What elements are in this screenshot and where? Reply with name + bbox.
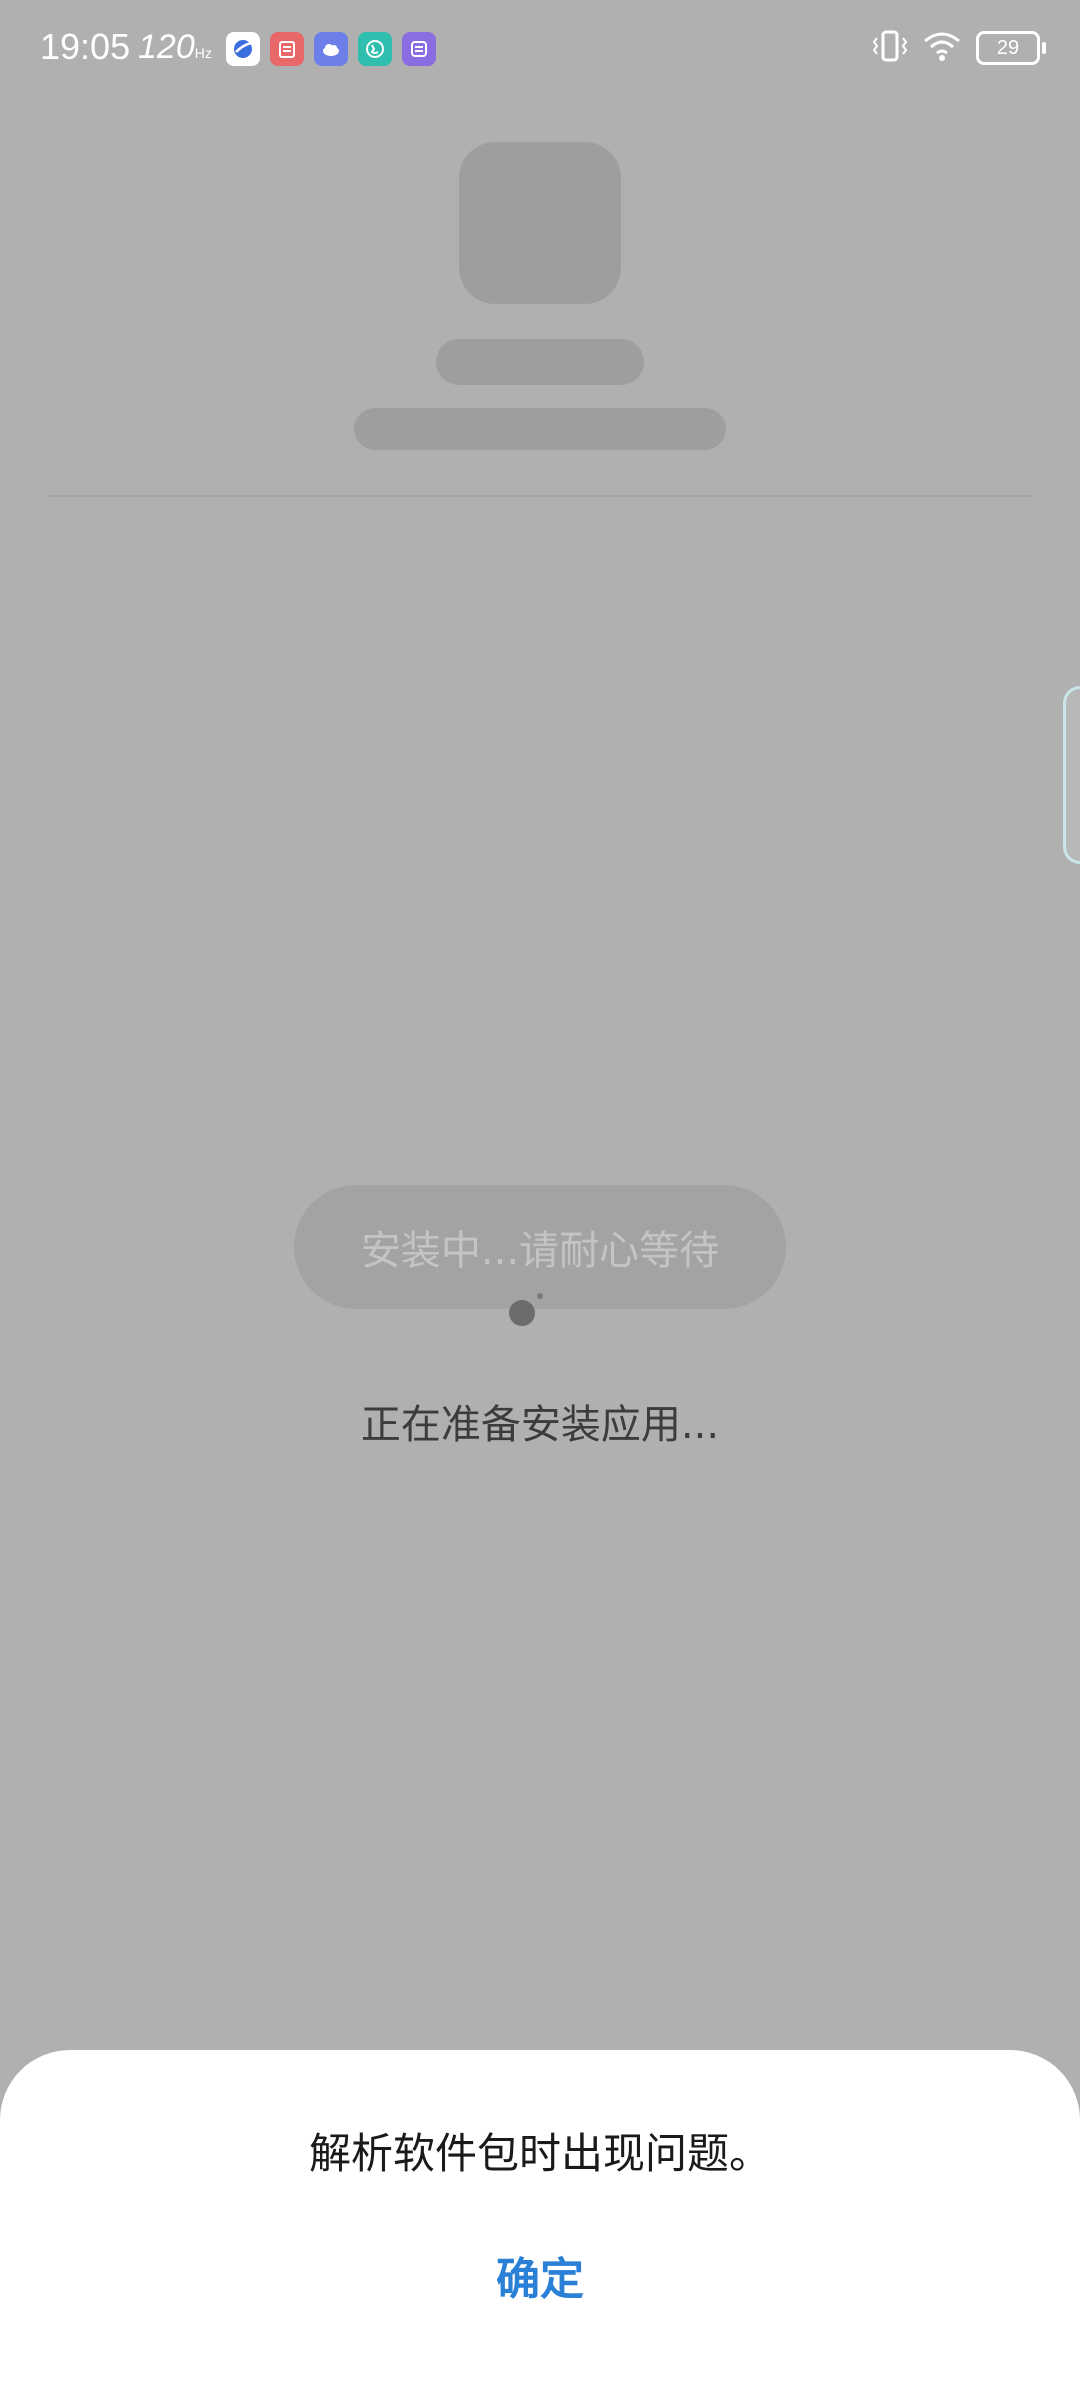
loading-spinner-trail-icon: [537, 1293, 543, 1299]
loading-spinner-icon: [509, 1300, 535, 1326]
status-time: 19:05: [40, 26, 131, 67]
toolbox-icon: [402, 32, 436, 66]
app-info-placeholder: [354, 408, 726, 450]
installer-screen: 19:05 120Hz 29 安装中...请耐心等待 正在准备安装应用... 解…: [0, 0, 1080, 2400]
install-progress-button: 安装中...请耐心等待: [294, 1185, 786, 1309]
wifi-icon: [922, 29, 962, 67]
phone-app-icon: [358, 32, 392, 66]
confirm-button[interactable]: 确定: [440, 2220, 640, 2330]
status-bar: 19:05 120Hz 29: [0, 0, 1080, 100]
notification-icons: [226, 32, 436, 66]
install-status-text: 正在准备安装应用...: [360, 1402, 720, 1448]
error-dialog: 解析软件包时出现问题。 确定: [0, 2050, 1080, 2400]
app-icon-placeholder: [459, 142, 621, 304]
browser-icon: [226, 32, 260, 66]
error-message: 解析软件包时出现问题。: [308, 2129, 771, 2178]
side-handle[interactable]: [1063, 686, 1080, 864]
divider: [46, 495, 1034, 497]
battery-icon: 29: [976, 31, 1046, 65]
app-name-placeholder: [436, 339, 644, 385]
weather-icon: [314, 32, 348, 66]
system-icons: 29: [872, 28, 1046, 68]
refresh-rate-indicator: 120Hz: [138, 28, 212, 66]
calendar-icon: [270, 32, 304, 66]
vibrate-icon: [872, 28, 908, 68]
